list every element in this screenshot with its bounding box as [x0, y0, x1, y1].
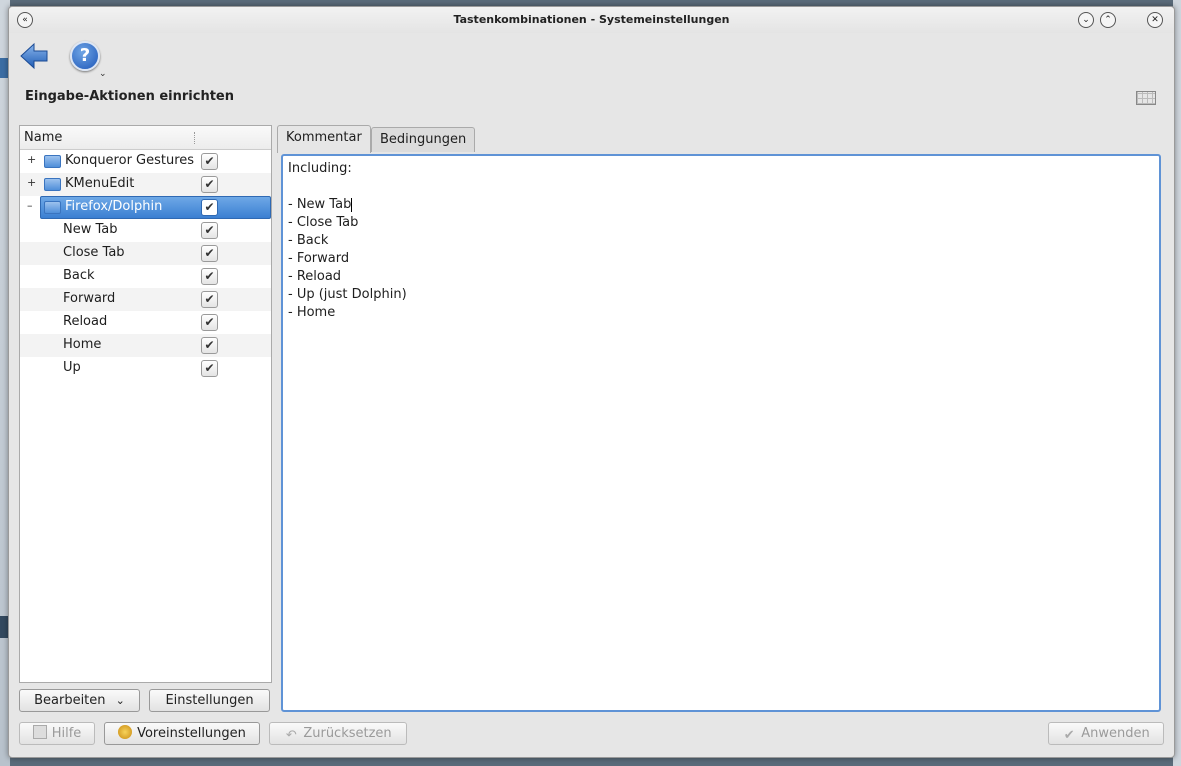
enabled-checkbox[interactable]: ✔ — [201, 314, 218, 331]
tree-group-firefox-dolphin[interactable]: – Firefox/Dolphin ✔ — [20, 196, 271, 219]
tree-item-label: Back — [63, 268, 95, 283]
folder-icon — [44, 178, 61, 191]
enabled-checkbox[interactable]: ✔ — [201, 176, 218, 193]
help-button[interactable]: Hilfe — [19, 722, 95, 745]
reset-button[interactable]: ↶ Zurücksetzen — [269, 722, 407, 745]
grid-icon[interactable] — [1136, 91, 1156, 105]
tree-group-kmenuedit[interactable]: + KMenuEdit ✔ — [20, 173, 271, 196]
enabled-checkbox[interactable]: ✔ — [201, 222, 218, 239]
folder-icon — [44, 201, 61, 214]
text-caret — [351, 197, 353, 212]
enabled-checkbox[interactable]: ✔ — [201, 268, 218, 285]
tree-item-close-tab[interactable]: Close Tab ✔ — [20, 242, 271, 265]
chevron-down-icon: ⌄ — [115, 694, 125, 707]
tab-kommentar[interactable]: Kommentar — [277, 125, 371, 153]
defaults-button[interactable]: Voreinstellungen — [104, 722, 260, 745]
page-title: Eingabe-Aktionen einrichten — [25, 89, 234, 104]
enabled-checkbox[interactable]: ✔ — [201, 291, 218, 308]
tree-item-label: Reload — [63, 314, 108, 329]
header-separator — [194, 132, 195, 144]
action-tree[interactable]: Name + Konqueror Gestures ✔ + KMenuEdit … — [19, 125, 272, 683]
enabled-checkbox[interactable]: ✔ — [201, 360, 218, 377]
enabled-checkbox[interactable]: ✔ — [201, 153, 218, 170]
comment-line — [288, 178, 1154, 196]
collapse-icon[interactable]: – — [27, 199, 33, 212]
edit-button-label: Bearbeiten — [34, 693, 106, 708]
edit-dropdown-button[interactable]: Bearbeiten ⌄ — [19, 689, 140, 712]
reset-button-label: Zurücksetzen — [303, 726, 392, 741]
settings-window: « Tastenkombinationen - Systemeinstellun… — [8, 6, 1175, 758]
help-book-icon — [32, 725, 47, 739]
tree-item-home[interactable]: Home ✔ — [20, 334, 271, 357]
tab-bedingungen[interactable]: Bedingungen — [371, 127, 476, 152]
tree-item-label: New Tab — [63, 222, 118, 237]
comment-line: - Back — [288, 233, 329, 248]
tree-group-konqueror[interactable]: + Konqueror Gestures ✔ — [20, 150, 271, 173]
minimize-icon[interactable]: ⌄ — [1078, 12, 1094, 28]
restore-defaults-icon — [118, 725, 133, 739]
comment-editor[interactable]: Including: - New Tab - Close Tab - Back … — [281, 154, 1161, 712]
help-button-label: Hilfe — [51, 726, 82, 741]
tree-group-label: KMenuEdit — [65, 176, 135, 191]
tree-item-reload[interactable]: Reload ✔ — [20, 311, 271, 334]
tree-group-label: Konqueror Gestures — [65, 153, 195, 168]
enabled-checkbox[interactable]: ✔ — [201, 245, 218, 262]
back-arrow-icon[interactable] — [19, 41, 49, 71]
settings-button[interactable]: Einstellungen — [149, 689, 270, 712]
tree-item-label: Close Tab — [63, 245, 125, 260]
tree-header-name: Name — [24, 130, 63, 145]
toolbar: ? ⌄ — [9, 33, 1174, 83]
enabled-checkbox[interactable]: ✔ — [201, 199, 218, 216]
defaults-button-label: Voreinstellungen — [137, 726, 246, 741]
comment-line: Including: — [288, 161, 352, 176]
comment-line: - Home — [288, 305, 336, 320]
tree-item-up[interactable]: Up ✔ — [20, 357, 271, 380]
comment-line: - Up (just Dolphin) — [288, 287, 407, 302]
comment-line: - Forward — [288, 251, 350, 266]
undo-icon: ↶ — [285, 728, 297, 743]
maximize-icon[interactable]: ⌃ — [1100, 12, 1116, 28]
tree-header[interactable]: Name — [20, 126, 271, 150]
tree-item-label: Up — [63, 360, 81, 375]
tree-item-forward[interactable]: Forward ✔ — [20, 288, 271, 311]
checkmark-icon: ✔ — [1063, 728, 1075, 743]
tree-item-label: Forward — [63, 291, 116, 306]
expand-icon[interactable]: + — [27, 153, 36, 166]
chevron-down-icon[interactable]: ⌄ — [99, 69, 107, 79]
titlebar: « Tastenkombinationen - Systemeinstellun… — [9, 7, 1174, 33]
apply-button[interactable]: ✔ Anwenden — [1048, 722, 1164, 745]
window-title: Tastenkombinationen - Systemeinstellunge… — [453, 13, 730, 26]
tree-group-label: Firefox/Dolphin — [65, 199, 163, 214]
tree-item-new-tab[interactable]: New Tab ✔ — [20, 219, 271, 242]
apply-button-label: Anwenden — [1081, 726, 1150, 741]
comment-line: - Reload — [288, 269, 342, 284]
close-icon[interactable]: ✕ — [1147, 12, 1163, 28]
enabled-checkbox[interactable]: ✔ — [201, 337, 218, 354]
help-icon[interactable]: ? — [70, 41, 100, 71]
panel-splitter[interactable] — [274, 125, 278, 683]
tree-item-back[interactable]: Back ✔ — [20, 265, 271, 288]
comment-line: - Close Tab — [288, 215, 359, 230]
comment-line: - New Tab — [288, 197, 352, 212]
folder-icon — [44, 155, 61, 168]
tree-item-label: Home — [63, 337, 102, 352]
comment-line-with-caret: - New Tab — [288, 196, 1154, 214]
expand-icon[interactable]: + — [27, 176, 36, 189]
